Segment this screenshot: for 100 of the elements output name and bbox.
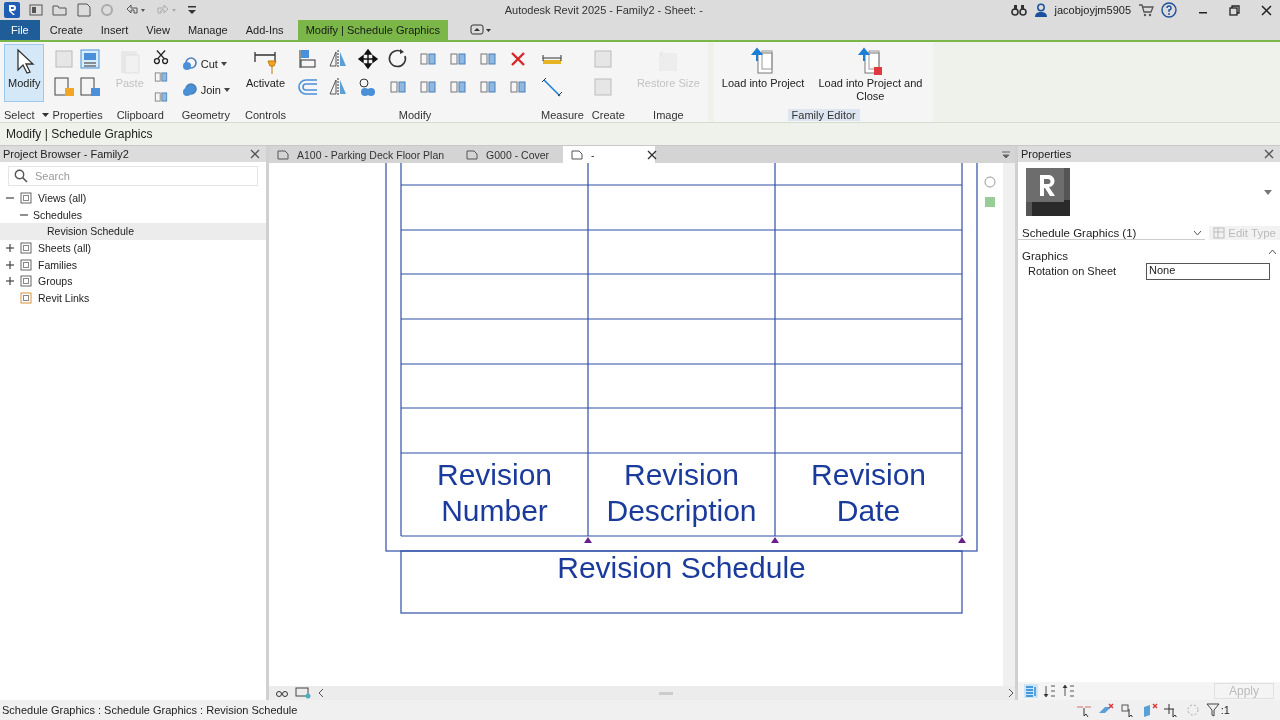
display-settings-icon[interactable] — [295, 687, 311, 699]
filter-icon[interactable] — [1205, 703, 1220, 717]
ribbon-button[interactable]: Activate — [241, 44, 290, 102]
ribbon-tab[interactable]: Modify | Schedule Graphics — [297, 20, 448, 40]
undo-icon[interactable] — [125, 3, 147, 17]
restore-icon[interactable] — [1229, 4, 1240, 16]
folder-icon[interactable] — [52, 3, 68, 17]
status-text: Schedule Graphics : Schedule Graphics : Revision Schedule — [2, 704, 298, 716]
cut-geometry-icon — [181, 56, 198, 72]
scrollbar[interactable] — [1003, 163, 1015, 686]
scroll-left-icon[interactable] — [317, 688, 325, 698]
filter-count: :1 — [1220, 704, 1230, 716]
search-icon — [14, 169, 28, 183]
column-heading: Revision Date — [809, 457, 928, 529]
user-name[interactable]: jacobjoyjm5905 — [1054, 4, 1131, 16]
panel-title[interactable]: Create — [587, 108, 629, 121]
category-sort-icon[interactable] — [1024, 684, 1038, 698]
select-by-face-icon[interactable] — [1141, 703, 1158, 717]
tree-item[interactable]: Schedules — [0, 206, 266, 224]
close-icon[interactable] — [250, 149, 260, 159]
panel-title[interactable]: Family Editor — [787, 108, 860, 121]
scrollbar-thumb[interactable] — [659, 692, 673, 695]
expand-icon[interactable] — [6, 244, 14, 253]
panel-title[interactable]: Properties — [48, 108, 107, 121]
ribbon-button[interactable]: Load into Project and Close — [811, 44, 930, 102]
ribbon-button[interactable]: Load into Project — [717, 44, 809, 102]
user-icon[interactable] — [1033, 3, 1048, 17]
sheet-icon — [571, 149, 584, 160]
move-icon[interactable] — [357, 48, 380, 70]
ribbon-button[interactable]: Cut — [177, 54, 231, 74]
scissors-icon[interactable] — [151, 48, 170, 66]
section-heading[interactable]: Graphics — [1022, 250, 1069, 262]
measure-icon[interactable] — [541, 76, 564, 98]
panel-title[interactable]: Controls — [241, 108, 290, 121]
family-types-icon[interactable] — [52, 76, 75, 98]
panel-title[interactable]: Measure — [537, 108, 588, 121]
properties-icon[interactable] — [78, 48, 101, 70]
tree-item[interactable]: Sheets (all) — [0, 239, 266, 257]
view-icon — [19, 274, 33, 289]
collapse-icon[interactable] — [1269, 250, 1276, 254]
sort-descending-icon[interactable] — [1062, 684, 1076, 698]
close-icon[interactable] — [647, 150, 657, 160]
column-heading: Revision Description — [605, 457, 758, 529]
link-icon — [19, 290, 33, 305]
select-links-icon[interactable] — [1075, 703, 1092, 717]
property-value-field[interactable]: None — [1146, 262, 1270, 280]
sheet-icon — [466, 149, 479, 160]
caret-icon — [220, 62, 227, 66]
binoculars-icon[interactable] — [1010, 3, 1027, 17]
dropdown-caret-icon[interactable] — [1264, 189, 1272, 195]
join-geometry-icon — [181, 82, 198, 98]
panel-title[interactable]: Image — [649, 108, 688, 121]
tree-item[interactable]: Revision Schedule — [0, 223, 266, 240]
expand-icon[interactable] — [6, 277, 14, 286]
cart-icon[interactable] — [1138, 3, 1154, 17]
glasses-icon[interactable] — [275, 688, 289, 698]
drag-elements-icon[interactable] — [1163, 703, 1180, 717]
close-icon[interactable] — [1261, 4, 1272, 16]
column-heading: Revision Number — [435, 457, 554, 529]
tree-item[interactable]: Revit Links — [0, 289, 266, 307]
panel-title[interactable]: Select — [0, 108, 39, 121]
type-selector[interactable]: Schedule Graphics (1) — [1022, 226, 1137, 239]
ribbon-tab[interactable]: Manage — [179, 20, 236, 40]
customize-icon[interactable] — [187, 3, 197, 17]
caret-icon — [223, 88, 230, 92]
ribbon-button[interactable]: Modify — [4, 44, 45, 102]
document-tab[interactable]: A100 - Parking Deck Floor Plan — [269, 146, 459, 163]
document-tab[interactable]: G000 - Cover — [458, 146, 564, 163]
search-field[interactable]: Search — [8, 166, 258, 186]
options-bar-label: Modify | Schedule Graphics — [6, 127, 153, 141]
ribbon-tab[interactable]: Insert — [92, 20, 137, 40]
offset-icon[interactable] — [297, 76, 320, 98]
expand-icon[interactable] — [6, 260, 14, 269]
panel-toggle-icon[interactable] — [469, 24, 492, 36]
close-icon[interactable] — [1264, 149, 1274, 159]
ribbon-tab[interactable]: View — [138, 20, 178, 40]
scroll-right-icon[interactable] — [1007, 688, 1015, 698]
tab-menu-icon[interactable] — [1001, 151, 1011, 159]
select-pinned-icon[interactable] — [1119, 703, 1136, 717]
panel-title[interactable]: Clipboard — [112, 108, 168, 121]
panel-title[interactable]: Geometry — [177, 108, 234, 121]
family-category-icon[interactable] — [78, 76, 101, 98]
tree-item[interactable]: Views (all) — [0, 190, 266, 207]
document-tab[interactable]: - — [563, 146, 655, 163]
save-icon[interactable] — [77, 3, 91, 17]
ribbon-tab[interactable]: Add-Ins — [237, 20, 292, 40]
ribbon-button[interactable]: Join — [177, 80, 234, 100]
help-icon[interactable] — [1161, 2, 1177, 18]
window-title: Autodesk Revit 2025 - Family2 - Sheet: - — [504, 4, 703, 16]
caret-icon[interactable] — [41, 112, 49, 117]
ribbon-tab[interactable]: File — [0, 20, 40, 40]
caret-icon[interactable] — [1194, 230, 1202, 235]
sort-ascending-icon[interactable] — [1043, 684, 1057, 698]
panel-title: Project Browser - Family2 — [3, 148, 129, 160]
panel-title[interactable]: Modify — [394, 108, 436, 121]
edit-type-icon — [1213, 227, 1226, 239]
tree-item[interactable]: Groups — [0, 272, 266, 290]
tree-item[interactable]: Families — [0, 256, 266, 273]
ribbon-tab[interactable]: Create — [41, 20, 91, 40]
revit-logo-icon[interactable] — [4, 2, 20, 18]
